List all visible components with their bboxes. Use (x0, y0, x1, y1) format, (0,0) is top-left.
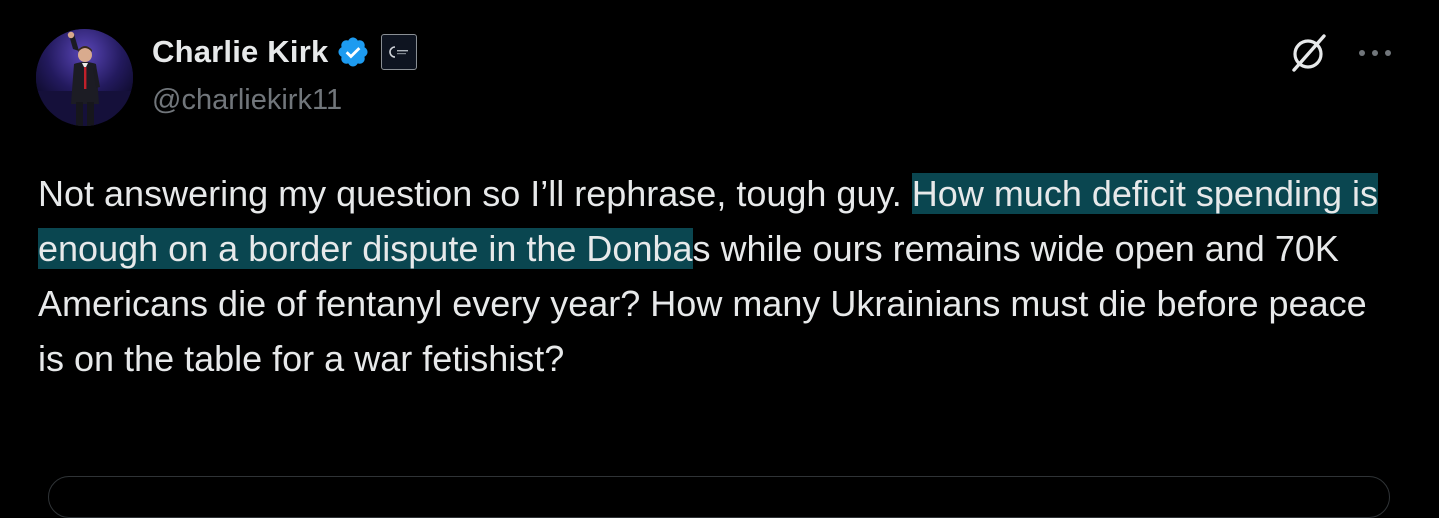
tweet-text-part1: Not answering my question so I’ll rephra… (38, 173, 912, 214)
user-handle[interactable]: @charliekirk11 (152, 84, 417, 117)
more-options-icon[interactable] (1352, 34, 1398, 72)
author-block: Charlie Kirk @charliekirk11 (152, 30, 418, 117)
display-name[interactable]: Charlie Kirk (152, 34, 328, 70)
verified-badge-icon[interactable] (336, 35, 370, 69)
avatar-photo (36, 29, 133, 126)
quoted-card-edge[interactable] (48, 476, 1390, 518)
tweet-container: Charlie Kirk @charliekirk11 Not answerin… (0, 0, 1439, 518)
tweet-text: Not answering my question so I’ll rephra… (38, 166, 1398, 386)
grok-icon[interactable] (1286, 30, 1332, 76)
organization-affiliate-icon[interactable] (381, 34, 418, 70)
avatar[interactable] (36, 29, 133, 126)
name-row: Charlie Kirk (152, 30, 418, 74)
